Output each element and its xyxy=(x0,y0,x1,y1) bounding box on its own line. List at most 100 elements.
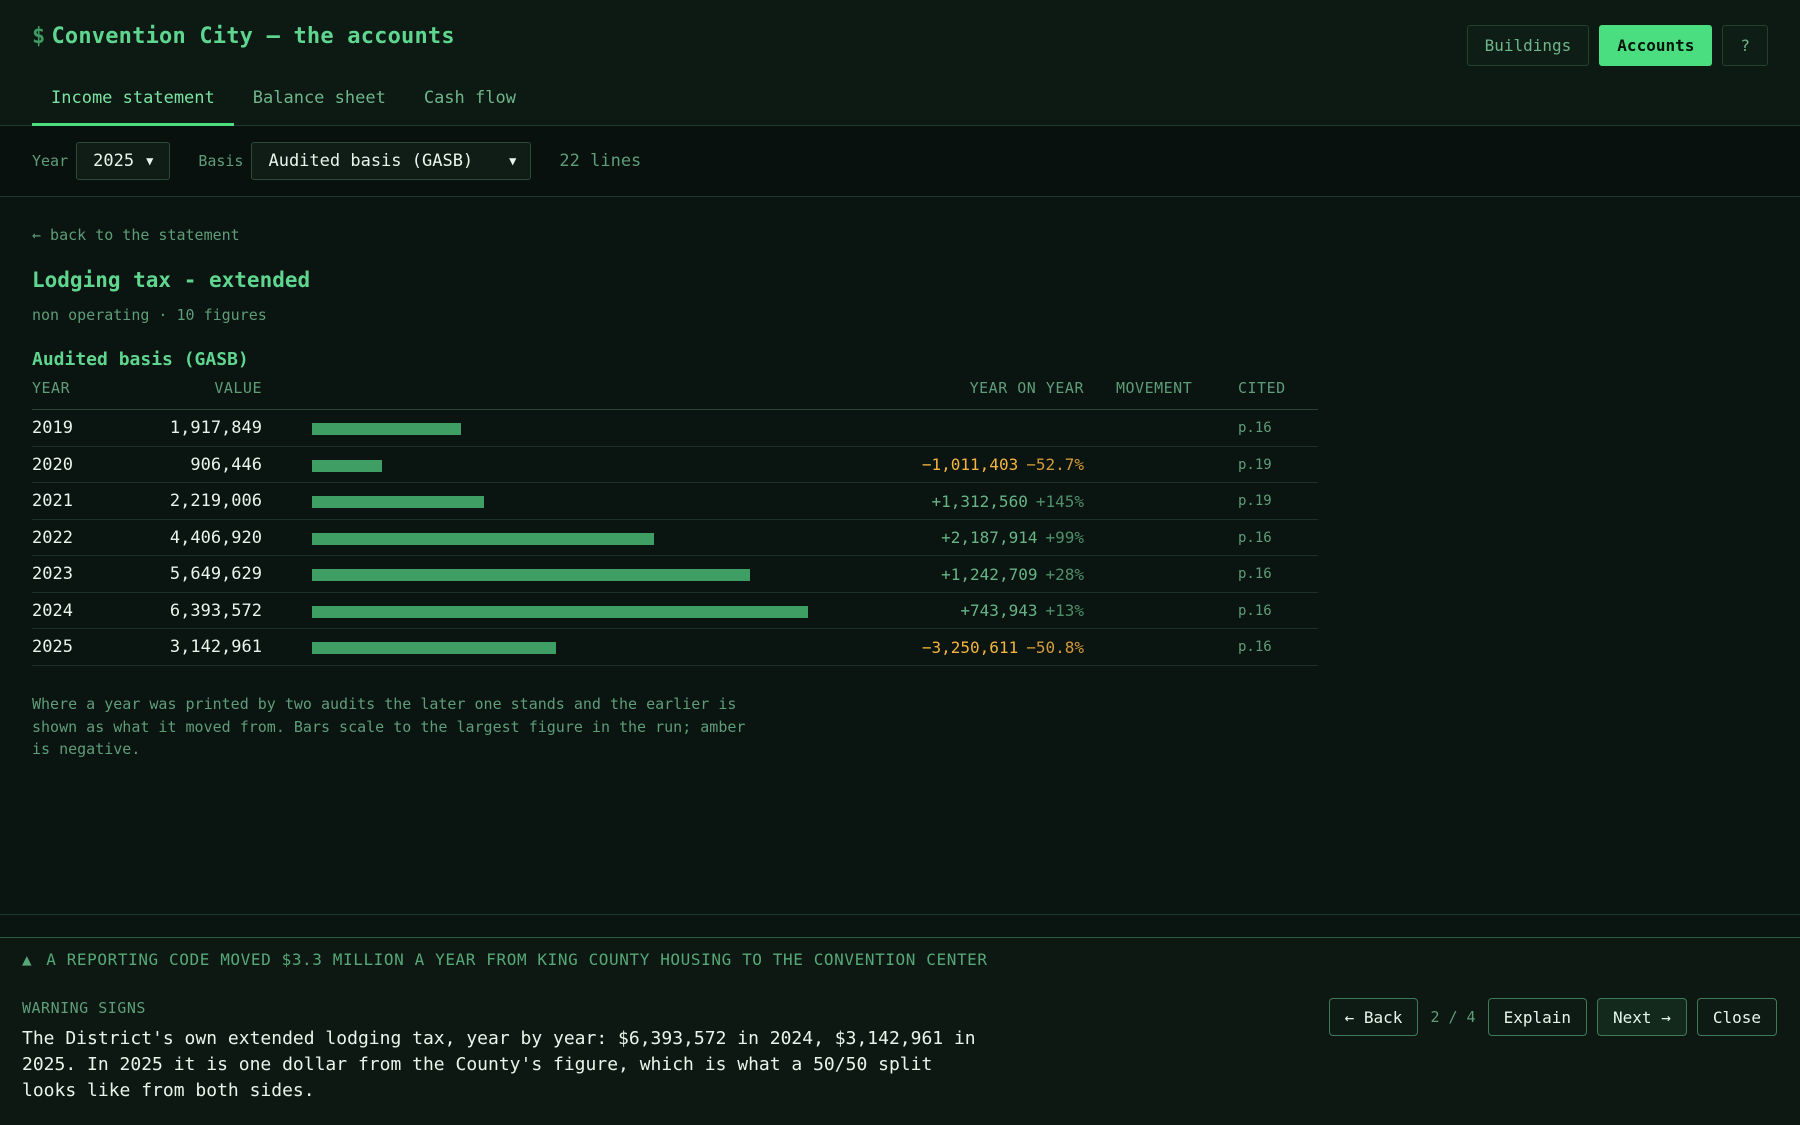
basis-heading: Audited basis (GASB) xyxy=(32,349,249,370)
row-value: 6,393,572 xyxy=(169,600,262,621)
tab-cash-flow[interactable]: Cash flow xyxy=(405,76,535,126)
row-cited[interactable]: p.19 xyxy=(1238,483,1272,519)
line-item-title: Lodging tax - extended xyxy=(32,268,311,292)
back-to-statement-link[interactable]: ← back to the statement xyxy=(32,226,240,244)
row-yoy: +2,187,914 +99% xyxy=(941,520,1084,556)
row-cited[interactable]: p.16 xyxy=(1238,629,1272,665)
row-year: 2024 xyxy=(32,600,73,621)
yoy-delta: +743,943 xyxy=(960,601,1038,620)
yoy-percent: +145% xyxy=(1035,491,1084,511)
value-bar xyxy=(312,532,654,545)
row-value: 4,406,920 xyxy=(169,527,262,548)
tour-headline-text: A REPORTING CODE MOVED $3.3 MILLION A YE… xyxy=(46,950,988,969)
year-label: Year xyxy=(32,152,69,170)
divider xyxy=(0,914,1800,915)
row-yoy: +743,943 +13% xyxy=(960,593,1084,629)
triangle-up-icon: ▲ xyxy=(22,950,33,969)
value-bar xyxy=(312,459,382,472)
row-year: 2020 xyxy=(32,454,73,475)
app-title-text: Convention City — the accounts xyxy=(51,24,455,49)
value-bar xyxy=(312,605,808,618)
row-year: 2019 xyxy=(32,418,73,438)
value-bar xyxy=(312,642,556,654)
basis-label: Basis xyxy=(198,152,244,170)
column-header-year: YEAR xyxy=(32,379,71,397)
year-select[interactable]: 2025 ▼ xyxy=(76,142,171,180)
statement-tabs: Income statement Balance sheet Cash flow xyxy=(32,76,535,126)
yoy-delta: +2,187,914 xyxy=(941,528,1038,547)
tour-kicker: WARNING SIGNS xyxy=(22,999,146,1017)
table-footnote: Where a year was printed by two audits t… xyxy=(32,695,746,758)
tour-back-button[interactable]: ← Back xyxy=(1328,998,1419,1036)
top-actions: Buildings Accounts ? xyxy=(1466,25,1768,66)
row-value: 906,446 xyxy=(190,454,262,475)
column-header-yoy: YEAR ON YEAR xyxy=(969,379,1084,397)
value-bar xyxy=(312,569,750,581)
row-cited[interactable]: p.16 xyxy=(1238,593,1272,629)
value-bar xyxy=(312,496,484,508)
basis-select[interactable]: Audited basis (GASB) ▼ xyxy=(251,142,532,180)
row-cited[interactable]: p.16 xyxy=(1238,556,1272,592)
tour-controls: ← Back 2 / 4 Explain Next → Close xyxy=(1328,998,1777,1036)
filter-bar: Year 2025 ▼ Basis Audited basis (GASB) ▼… xyxy=(0,126,1800,197)
row-value: 5,649,629 xyxy=(169,564,262,584)
app-header: $ Convention City — the accounts Building… xyxy=(0,0,1800,126)
row-cited[interactable]: p.16 xyxy=(1238,520,1272,556)
dollar-icon: $ xyxy=(32,24,46,49)
explain-button[interactable]: Explain xyxy=(1487,998,1588,1036)
table-row: 2021 2,219,006 +1,312,560 +145% p.19 xyxy=(32,483,1318,520)
row-year: 2025 xyxy=(32,637,73,657)
table-row: 2024 6,393,572 +743,943 +13% p.16 xyxy=(32,593,1318,629)
row-yoy: −1,011,403 −52.7% xyxy=(922,447,1084,483)
tour-next-button[interactable]: Next → xyxy=(1597,998,1687,1036)
table-row: 2022 4,406,920 +2,187,914 +99% p.16 xyxy=(32,520,1318,556)
tour-close-button[interactable]: Close xyxy=(1696,998,1777,1036)
row-value: 2,219,006 xyxy=(169,491,262,511)
yoy-delta: +1,242,709 xyxy=(941,564,1038,584)
yoy-percent: +99% xyxy=(1045,528,1084,547)
row-yoy: +1,242,709 +28% xyxy=(941,556,1084,592)
row-yoy: +1,312,560 +145% xyxy=(932,483,1085,519)
table-header: YEAR VALUE YEAR ON YEAR MOVEMENT CITED xyxy=(32,376,1318,410)
column-header-movement: MOVEMENT xyxy=(1116,379,1193,397)
yoy-delta: −3,250,611 xyxy=(921,637,1019,657)
value-bar xyxy=(312,423,461,435)
row-year: 2021 xyxy=(32,491,73,511)
chevron-down-icon: ▼ xyxy=(146,154,154,168)
figures-table: YEAR VALUE YEAR ON YEAR MOVEMENT CITED 2… xyxy=(32,376,1318,666)
basis-select-value: Audited basis (GASB) xyxy=(268,151,474,171)
table-row: 2023 5,649,629 +1,242,709 +28% p.16 xyxy=(32,556,1318,593)
table-row: 2025 3,142,961 −3,250,611 −50.8% p.16 xyxy=(32,629,1318,666)
year-select-value: 2025 xyxy=(93,151,135,171)
chevron-down-icon: ▼ xyxy=(509,154,517,168)
yoy-percent: −52.7% xyxy=(1026,455,1084,474)
row-value: 3,142,961 xyxy=(169,637,262,657)
yoy-percent: −50.8% xyxy=(1026,637,1084,657)
yoy-delta: −1,011,403 xyxy=(921,455,1019,474)
row-cited[interactable]: p.16 xyxy=(1238,410,1272,446)
tour-body: The District's own extended lodging tax,… xyxy=(22,1028,976,1101)
column-header-cited: CITED xyxy=(1238,379,1286,397)
accounts-button[interactable]: Accounts xyxy=(1599,25,1713,66)
row-yoy: −3,250,611 −50.8% xyxy=(922,629,1084,665)
table-row: 2019 1,917,849 p.16 xyxy=(32,410,1318,447)
help-button[interactable]: ? xyxy=(1722,25,1768,66)
tour-page-indicator: 2 / 4 xyxy=(1430,1008,1476,1026)
tab-balance-sheet[interactable]: Balance sheet xyxy=(234,76,405,126)
line-item-subtitle: non operating · 10 figures xyxy=(32,306,267,324)
row-year: 2022 xyxy=(32,527,73,548)
app-title: $ Convention City — the accounts xyxy=(32,24,455,49)
table-row: 2020 906,446 −1,011,403 −52.7% p.19 xyxy=(32,447,1318,483)
tour-headline[interactable]: ▲ A REPORTING CODE MOVED $3.3 MILLION A Y… xyxy=(22,950,988,969)
row-value: 1,917,849 xyxy=(169,418,262,438)
tab-income-statement[interactable]: Income statement xyxy=(32,76,234,126)
lines-count: 22 lines xyxy=(559,151,642,171)
buildings-button[interactable]: Buildings xyxy=(1466,25,1590,66)
tour-panel: ▲ A REPORTING CODE MOVED $3.3 MILLION A Y… xyxy=(0,937,1800,1125)
row-cited[interactable]: p.19 xyxy=(1238,447,1272,483)
yoy-delta: +1,312,560 xyxy=(931,491,1028,511)
yoy-percent: +13% xyxy=(1045,601,1084,620)
column-header-value: VALUE xyxy=(214,379,262,397)
row-year: 2023 xyxy=(32,564,73,584)
yoy-percent: +28% xyxy=(1045,564,1084,584)
